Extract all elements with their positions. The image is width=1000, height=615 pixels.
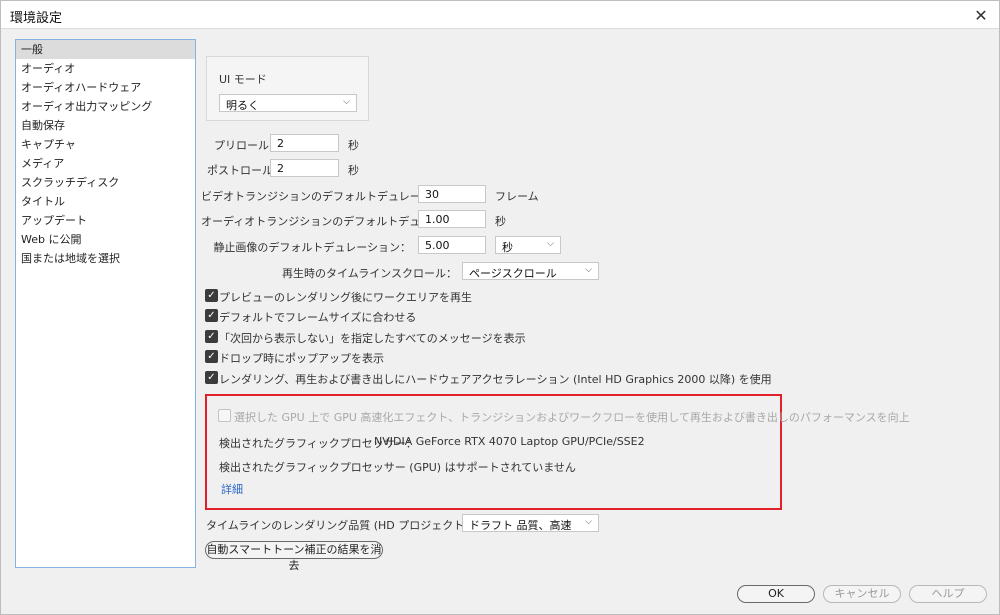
ok-button[interactable]: OK xyxy=(737,585,815,603)
chevron-down-icon: ⌵ xyxy=(585,517,592,527)
video-transition-label: ビデオトランジションのデフォルトデュレーション： xyxy=(201,190,465,203)
close-icon[interactable]: ✕ xyxy=(971,5,991,25)
chevron-down-icon: ⌵ xyxy=(343,97,350,107)
chevron-down-icon: ⌵ xyxy=(585,265,592,275)
video-transition-unit: フレーム xyxy=(495,190,539,203)
checkbox-fit-frame-size[interactable]: ✓ xyxy=(205,309,218,322)
postroll-unit: 秒 xyxy=(348,164,359,177)
sidebar-item-auto-save[interactable]: 自動保存 xyxy=(16,116,195,135)
checkbox-show-all-messages-label: 「次回から表示しない」を指定したすべてのメッセージを表示 xyxy=(219,332,526,345)
still-image-unit-select[interactable]: 秒 ⌵ xyxy=(495,236,561,254)
checkbox-hardware-acceleration[interactable]: ✓ xyxy=(205,371,218,384)
gpu-unsupported-text: 検出されたグラフィックプロセッサー (GPU) はサポートされていません xyxy=(219,461,576,474)
render-quality-select[interactable]: ドラフト 品質、高速 ⌵ xyxy=(462,514,599,532)
timeline-scroll-select[interactable]: ページスクロール ⌵ xyxy=(462,262,599,280)
sidebar-item-scratch-disks[interactable]: スクラッチディスク xyxy=(16,173,195,192)
checkbox-popup-on-drop[interactable]: ✓ xyxy=(205,350,218,363)
checkbox-popup-on-drop-label: ドロップ時にポップアップを表示 xyxy=(219,352,384,365)
detected-gpu-value: NVIDIA GeForce RTX 4070 Laptop GPU/PCIe/… xyxy=(374,435,645,448)
preroll-input[interactable]: 2 xyxy=(270,134,339,152)
preroll-unit: 秒 xyxy=(348,139,359,152)
checkbox-fit-frame-size-label: デフォルトでフレームサイズに合わせる xyxy=(219,311,417,324)
ui-mode-label: UI モード xyxy=(219,73,267,86)
audio-transition-input[interactable]: 1.00 xyxy=(418,210,486,228)
sidebar-item-updates[interactable]: アップデート xyxy=(16,211,195,230)
checkbox-show-all-messages[interactable]: ✓ xyxy=(205,330,218,343)
checkbox-play-work-area[interactable]: ✓ xyxy=(205,289,218,302)
chevron-down-icon: ⌵ xyxy=(547,239,554,249)
checkbox-hardware-acceleration-label: レンダリング、再生および書き出しにハードウェアアクセラレーション (Intel … xyxy=(219,373,772,386)
sidebar-item-web-publish[interactable]: Web に公開 xyxy=(16,230,195,249)
window-title: 環境設定 xyxy=(10,11,63,26)
still-image-input[interactable]: 5.00 xyxy=(418,236,486,254)
details-link[interactable]: 詳細 xyxy=(221,481,243,497)
ui-mode-group: UI モード 明るく ⌵ xyxy=(206,56,369,121)
preferences-window: 環境設定 ✕ 一般 オーディオ オーディオハードウェア オーディオ出力マッピング… xyxy=(0,0,1000,615)
still-image-unit-value: 秒 xyxy=(502,241,513,254)
audio-transition-label: オーディオトランジションのデフォルトデュレーション： xyxy=(201,215,486,228)
render-quality-value: ドラフト 品質、高速 xyxy=(469,519,572,532)
sidebar-item-audio-output-mapping[interactable]: オーディオ出力マッピング xyxy=(16,97,195,116)
sidebar-item-general[interactable]: 一般 xyxy=(16,40,195,59)
ui-mode-value: 明るく xyxy=(226,99,259,112)
sidebar-item-audio-hardware[interactable]: オーディオハードウェア xyxy=(16,78,195,97)
sidebar-item-titles[interactable]: タイトル xyxy=(16,192,195,211)
checkbox-play-work-area-label: プレビューのレンダリング後にワークエリアを再生 xyxy=(219,291,472,304)
clear-smart-tone-button[interactable]: 自動スマートトーン補正の結果を消去 xyxy=(205,541,383,572)
timeline-scroll-value: ページスクロール xyxy=(469,267,557,280)
category-list: 一般 オーディオ オーディオハードウェア オーディオ出力マッピング 自動保存 キ… xyxy=(15,39,196,568)
sidebar-item-audio[interactable]: オーディオ xyxy=(16,59,195,78)
postroll-input[interactable]: 2 xyxy=(270,159,339,177)
cancel-button[interactable]: キャンセル xyxy=(823,585,901,603)
checkbox-gpu-acceleration-label: 選択した GPU 上で GPU 高速化エフェクト、トランジションおよびワークフロ… xyxy=(234,411,910,424)
video-transition-input[interactable]: 30 xyxy=(418,185,486,203)
sidebar-item-capture[interactable]: キャプチャ xyxy=(16,135,195,154)
still-image-label: 静止画像のデフォルトデュレーション： xyxy=(213,241,411,254)
timeline-scroll-label: 再生時のタイムラインスクロール： xyxy=(281,267,457,280)
sidebar-item-media[interactable]: メディア xyxy=(16,154,195,173)
checkbox-gpu-acceleration[interactable] xyxy=(218,409,231,422)
sidebar-item-country-region[interactable]: 国または地域を選択 xyxy=(16,249,195,268)
audio-transition-unit: 秒 xyxy=(495,215,506,228)
title-bar: 環境設定 ✕ xyxy=(1,1,999,29)
ui-mode-select[interactable]: 明るく ⌵ xyxy=(219,94,357,112)
help-button[interactable]: ヘルプ xyxy=(909,585,987,603)
